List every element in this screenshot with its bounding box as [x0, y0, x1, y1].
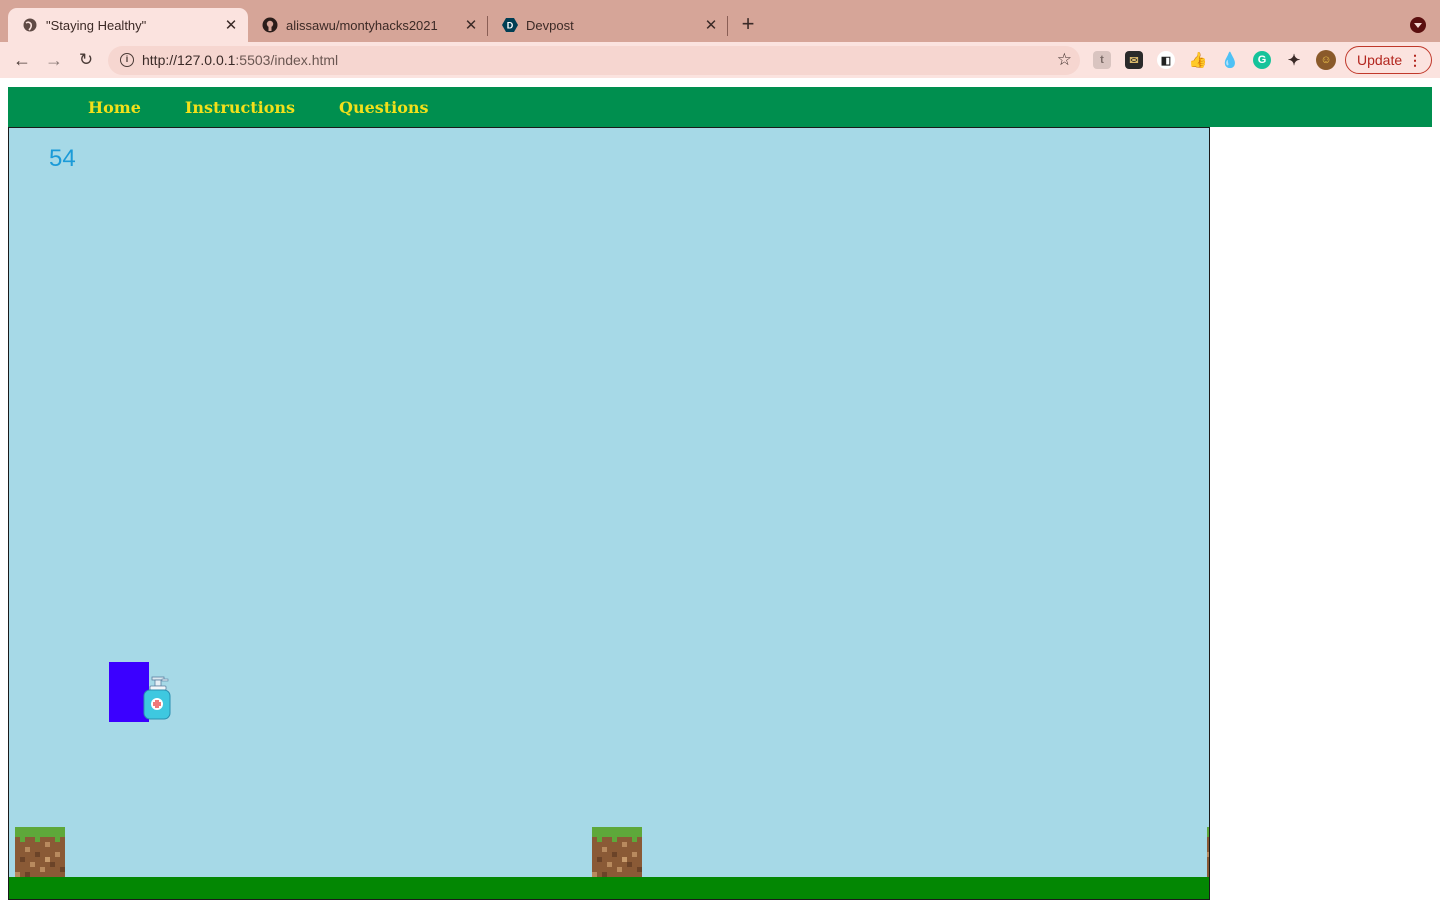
game-canvas[interactable]: 54 [8, 127, 1210, 900]
site-navigation: Home Instructions Questions [8, 87, 1432, 127]
ground [9, 877, 1209, 899]
bookmark-star-icon[interactable]: ☆ [1057, 50, 1072, 70]
close-icon[interactable]: ✕ [222, 16, 240, 34]
forward-arrow-icon[interactable]: → [42, 49, 66, 71]
globe-icon [22, 17, 38, 33]
close-icon[interactable]: ✕ [462, 16, 480, 34]
url-text[interactable]: http://127.0.0.1:5503/index.html [142, 52, 338, 68]
tab-devpost[interactable]: D Devpost ✕ [488, 8, 728, 42]
tab-staying-healthy[interactable]: "Staying Healthy" ✕ [8, 8, 248, 42]
update-label: Update [1357, 52, 1403, 68]
web-page: Home Instructions Questions 54 [0, 78, 1440, 900]
github-icon [262, 17, 278, 33]
dirt-block [1207, 827, 1209, 877]
devpost-icon: D [502, 17, 518, 33]
tab-title: "Staying Healthy" [46, 17, 147, 33]
hand-sanitizer-icon [143, 676, 171, 720]
nav-home-link[interactable]: Home [88, 98, 141, 117]
svg-text:D: D [507, 21, 514, 31]
browser-toolbar: ← → ↻ i http://127.0.0.1:5503/index.html… [0, 42, 1440, 78]
nav-questions-link[interactable]: Questions [339, 98, 429, 117]
tab-title: alissawu/montyhacks2021 [286, 17, 438, 33]
grammarly-icon[interactable]: G [1253, 51, 1271, 69]
tab-strip: "Staying Healthy" ✕ alissawu/montyhacks2… [0, 0, 1440, 42]
tab-title: Devpost [526, 17, 574, 33]
profile-avatar[interactable]: ☺ [1316, 50, 1336, 70]
water-drop-icon[interactable]: 💧 [1221, 51, 1240, 69]
dirt-block [15, 827, 65, 877]
puzzle-extensions-icon[interactable]: ✦ [1285, 51, 1303, 69]
more-menu-icon: ⋮ [1408, 52, 1422, 68]
url-host: http://127.0.0.1 [142, 52, 236, 68]
url-path: :5503/index.html [235, 52, 339, 68]
dirt-block [592, 827, 642, 877]
info-icon[interactable]: i [120, 53, 134, 67]
close-icon[interactable]: ✕ [702, 16, 720, 34]
nav-instructions-link[interactable]: Instructions [185, 98, 295, 117]
reload-icon[interactable]: ↻ [74, 49, 98, 71]
address-bar[interactable]: i http://127.0.0.1:5503/index.html ☆ [108, 46, 1080, 75]
back-arrow-icon[interactable]: ← [10, 49, 34, 71]
new-tab-button[interactable]: + [737, 13, 759, 36]
tab-divider [727, 16, 728, 36]
update-button[interactable]: Update ⋮ [1345, 46, 1432, 74]
extension-icon[interactable]: t [1093, 51, 1111, 69]
extension-icon[interactable]: ✉ [1125, 51, 1143, 69]
extension-icon[interactable]: 👍 [1189, 51, 1208, 69]
tab-search-icon[interactable] [1410, 17, 1426, 33]
score-counter: 54 [49, 145, 76, 172]
extension-icon[interactable]: ◧ [1157, 51, 1175, 69]
tab-github[interactable]: alissawu/montyhacks2021 ✕ [248, 8, 488, 42]
